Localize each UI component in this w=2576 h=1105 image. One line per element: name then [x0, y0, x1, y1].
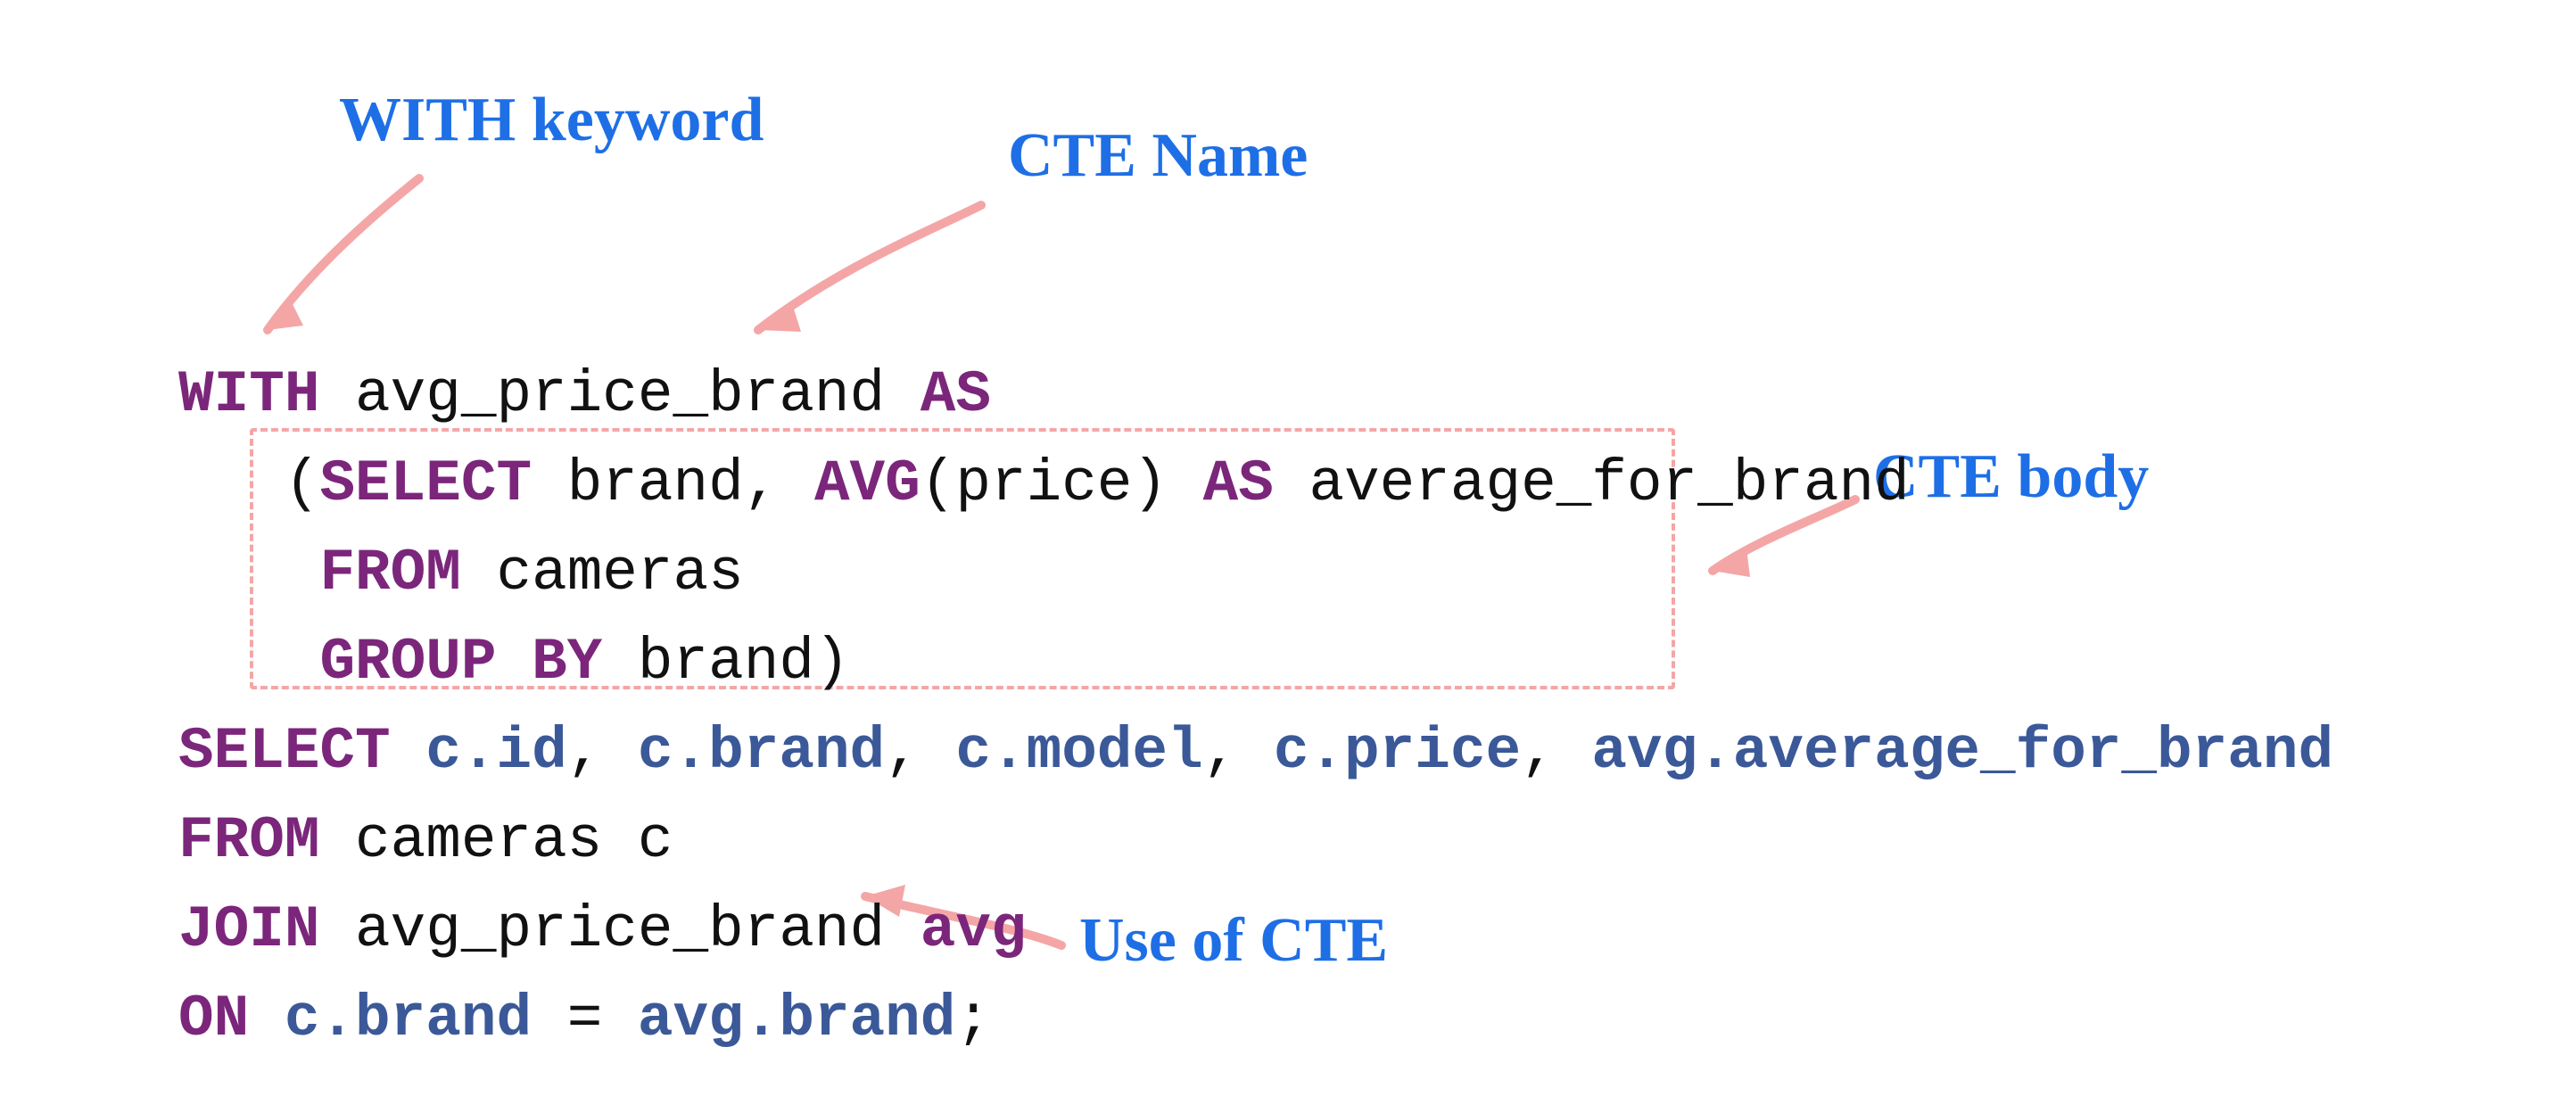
keyword-from-2: FROM: [178, 807, 355, 874]
alias-average: average_for_brand: [1309, 450, 1909, 517]
tbl-cameras-c: cameras c: [355, 807, 673, 874]
keyword-with: WITH: [178, 361, 355, 428]
sep-1: ,: [567, 718, 638, 785]
keyword-from: FROM: [319, 540, 496, 606]
keyword-select-2: SELECT: [178, 718, 425, 785]
fn-avg: AVG: [814, 450, 921, 517]
annotation-cte-body: CTE body: [1873, 446, 2149, 508]
col-avg-afb: avg.average_for_brand: [1591, 718, 2333, 785]
code-line-8: ON c.brand = avg.brand;: [178, 990, 991, 1049]
code-line-6: FROM cameras c: [178, 812, 673, 870]
col-c-model: c.model: [955, 718, 1202, 785]
col-brand-2: brand): [638, 629, 850, 696]
annotation-with-keyword: WITH keyword: [339, 89, 764, 152]
code-line-7: JOIN avg_price_brand avg: [178, 901, 1027, 960]
code-line-4: GROUP BY brand): [178, 633, 850, 692]
cte-name: avg_price_brand: [355, 361, 921, 428]
alias-avg: avg: [921, 896, 1027, 963]
tbl-cameras: cameras: [496, 540, 743, 606]
tbl-avg-price-brand: avg_price_brand: [355, 896, 921, 963]
keyword-join: JOIN: [178, 896, 355, 963]
sep-4: ,: [1521, 718, 1591, 785]
annotation-use-of-cte: Use of CTE: [1079, 910, 1388, 972]
semicolon: ;: [955, 985, 991, 1052]
code-line-5: SELECT c.id, c.brand, c.model, c.price, …: [178, 722, 2333, 781]
col-c-price: c.price: [1274, 718, 1521, 785]
eq-sign: =: [567, 985, 638, 1052]
indent-3: [178, 540, 319, 606]
code-line-1: WITH avg_price_brand AS: [178, 366, 991, 425]
col-c-brand-2: c.brand: [285, 985, 567, 1052]
col-c-id: c.id: [425, 718, 566, 785]
col-brand: brand,: [567, 450, 814, 517]
keyword-on: ON: [178, 985, 285, 1052]
keyword-group: GROUP: [319, 629, 532, 696]
code-line-3: FROM cameras: [178, 544, 744, 603]
keyword-select: SELECT: [319, 450, 566, 517]
indent-paren: (: [178, 450, 319, 517]
keyword-as: AS: [921, 361, 991, 428]
paren-price: (price): [921, 450, 1203, 517]
sep-3: ,: [1203, 718, 1274, 785]
indent-4: [178, 629, 319, 696]
keyword-by: BY: [532, 629, 638, 696]
arrow-with-keyword: [241, 161, 473, 357]
arrow-cte-name: [731, 187, 999, 366]
sep-2: ,: [885, 718, 955, 785]
keyword-as-2: AS: [1203, 450, 1309, 517]
col-avg-brand: avg.brand: [638, 985, 955, 1052]
col-c-brand: c.brand: [638, 718, 885, 785]
code-line-2: (SELECT brand, AVG(price) AS average_for…: [178, 455, 1910, 514]
diagram-canvas: WITH keyword CTE Name CTE body Use of CT…: [0, 0, 2576, 1105]
annotation-cte-name: CTE Name: [1008, 125, 1308, 187]
